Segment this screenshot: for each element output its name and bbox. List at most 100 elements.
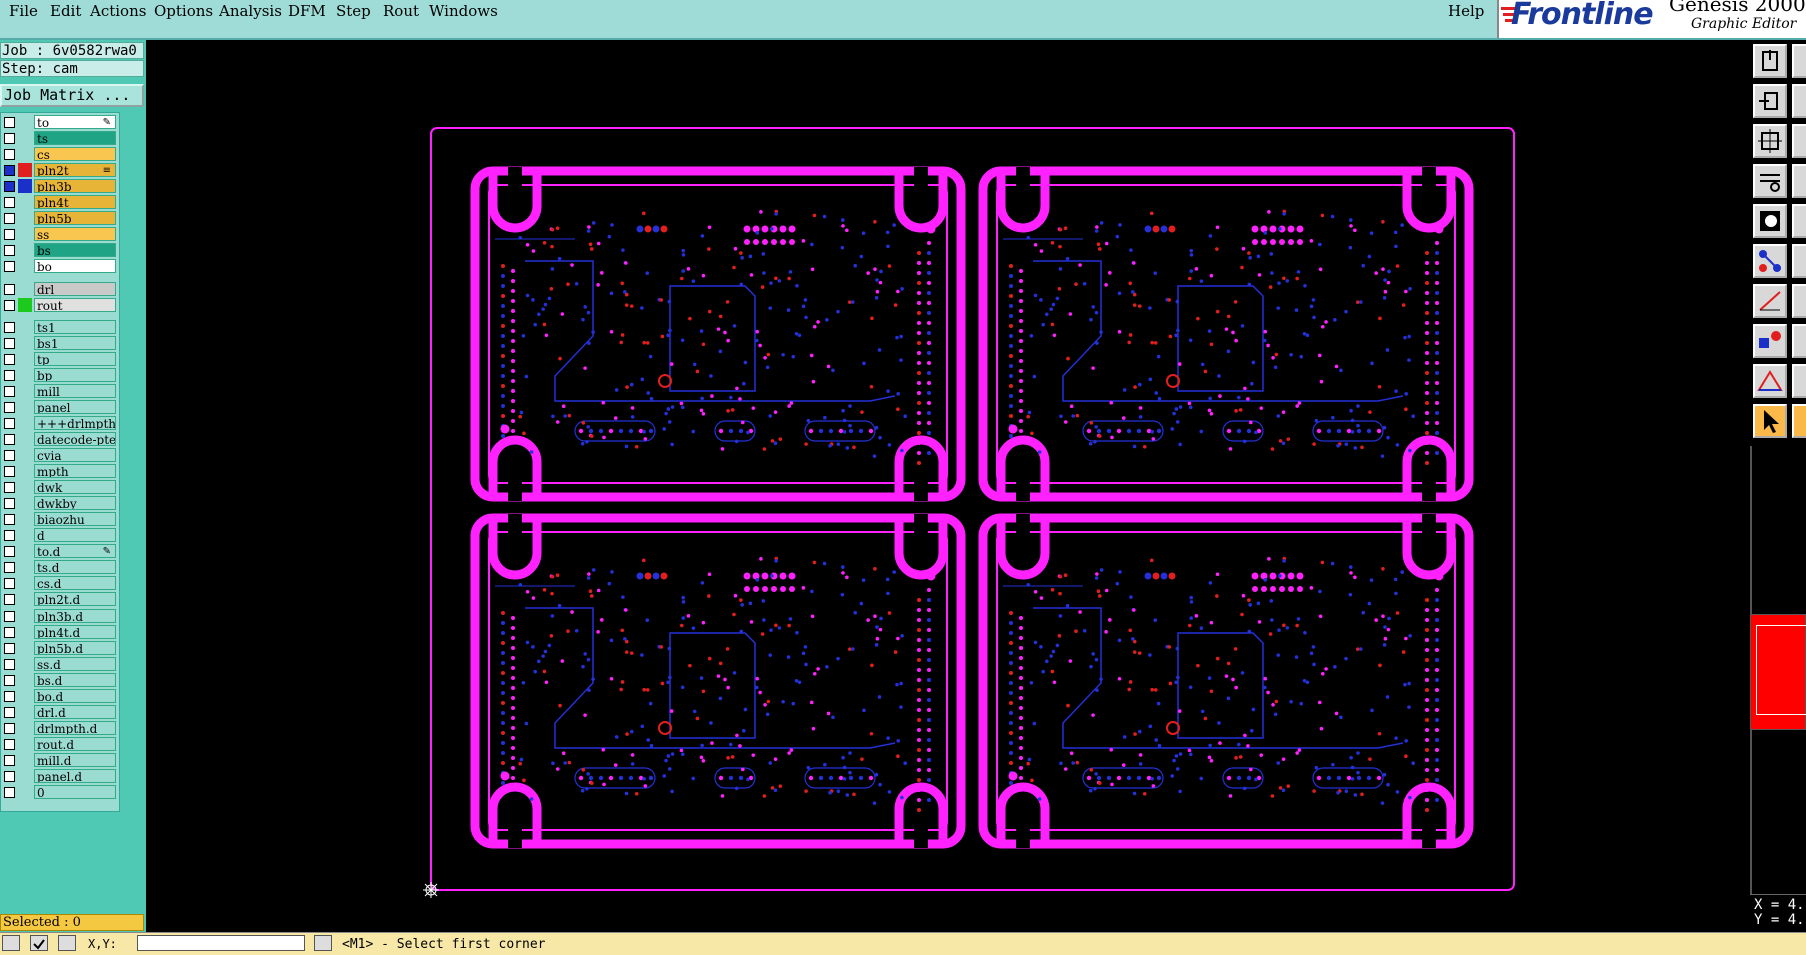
menu-dfm[interactable]: DFM (284, 1, 330, 21)
layer-row-pln3b-d[interactable]: pln3b.d (1, 608, 119, 624)
layer-name[interactable]: drlmpth.d (34, 720, 116, 735)
layer-name[interactable]: bp (34, 367, 116, 382)
layer-row-bs-d[interactable]: bs.d (1, 672, 119, 688)
draw-line-icon[interactable] (1753, 284, 1787, 318)
layer-checkbox[interactable] (4, 283, 15, 295)
layer-row-ss-d[interactable]: ss.d (1, 656, 119, 672)
layer-row-pln2t[interactable]: pln2t ≡ (1, 163, 119, 178)
layer-name[interactable]: bs1 (34, 335, 116, 350)
layer-row-datecode-pte[interactable]: datecode-pte (1, 431, 119, 447)
menu-help[interactable]: Help (1444, 1, 1488, 21)
layer-row-panel-d[interactable]: panel.d (1, 769, 119, 784)
layer-name[interactable]: d (34, 528, 116, 543)
menu-file[interactable]: File (5, 1, 42, 21)
move-layer-button[interactable] (1753, 84, 1787, 118)
layer-row-pln4t-d[interactable]: pln4t.d (1, 624, 119, 640)
layer-checkbox[interactable] (4, 433, 15, 445)
layer-checkbox[interactable] (4, 369, 15, 381)
layer-checkbox[interactable] (4, 706, 15, 718)
layer-name[interactable]: pln2t.d (34, 592, 116, 607)
layer-name[interactable]: ts (34, 131, 116, 146)
layer-checkbox[interactable] (4, 197, 15, 209)
toolbar-button-10b[interactable] (1792, 404, 1806, 438)
layer-checkbox[interactable] (4, 117, 15, 128)
menu-options[interactable]: Options (150, 1, 217, 21)
layer-row-pln5b[interactable]: pln5b (1, 211, 119, 226)
layer-row-ts[interactable]: ts (1, 131, 119, 146)
layer-name[interactable]: ss.d (34, 656, 116, 671)
layer-checkbox[interactable] (4, 229, 15, 241)
layer-checkbox[interactable] (4, 181, 15, 193)
layer-row-bs[interactable]: bs (1, 243, 119, 258)
toolbar-button-4b[interactable] (1792, 164, 1806, 198)
layer-row-mpth[interactable]: mpth (1, 464, 119, 479)
layer-checkbox[interactable] (4, 738, 15, 750)
layer-row-bp[interactable]: bp (1, 367, 119, 383)
layer-checkbox[interactable] (4, 213, 15, 225)
layer-name[interactable]: mill.d (34, 752, 116, 767)
layer-name[interactable]: pln5b (34, 211, 116, 226)
layer-name[interactable]: ts1 (34, 319, 116, 334)
layer-checkbox[interactable] (4, 578, 15, 590)
layer-checkbox[interactable] (4, 658, 15, 670)
layer-row-cs-d[interactable]: cs.d (1, 576, 119, 591)
layer-row-to-d[interactable]: to.d ✎ (1, 544, 119, 559)
layer-checkbox[interactable] (4, 514, 15, 526)
layer-checkbox[interactable] (4, 610, 15, 622)
layer-checkbox[interactable] (4, 787, 15, 799)
layer-checkbox[interactable] (4, 133, 15, 145)
layer-name[interactable]: pln5b.d (34, 640, 116, 655)
layer-checkbox[interactable] (4, 353, 15, 365)
layer-row-drlmpth-d[interactable]: drlmpth.d (1, 720, 119, 736)
toolbar-button-6b[interactable] (1792, 244, 1806, 278)
toolbar-button-5b[interactable] (1792, 204, 1806, 238)
layer-row-drl-d[interactable]: drl.d (1, 704, 119, 720)
toolbar-button-3b[interactable] (1792, 124, 1806, 158)
layer-name[interactable]: datecode-pte (34, 431, 116, 446)
layer-row-bo-d[interactable]: bo.d (1, 688, 119, 704)
layer-checkbox[interactable] (4, 450, 15, 461)
layer-name[interactable]: pln4t (34, 195, 116, 210)
status-snap-button[interactable] (58, 935, 76, 951)
layer-checkbox[interactable] (4, 417, 15, 429)
layer-checkbox[interactable] (4, 261, 15, 273)
layer-name[interactable]: cs (34, 147, 116, 162)
pcb-panel-view[interactable] (146, 40, 1750, 932)
layer-row-ts-d[interactable]: ts.d (1, 560, 119, 575)
layer-row-bs1[interactable]: bs1 (1, 335, 119, 351)
layer-row-dwkby[interactable]: dwkby (1, 496, 119, 511)
layer-name[interactable]: tp (34, 351, 116, 366)
layer-name[interactable]: ts.d (34, 560, 116, 575)
layer-checkbox[interactable] (4, 626, 15, 638)
layer-checkbox[interactable] (4, 642, 15, 654)
toolbar-button-1b[interactable] (1792, 44, 1806, 78)
layer-checkbox[interactable] (4, 674, 15, 686)
layer-name[interactable]: pln3b (34, 179, 116, 194)
layer-row-d[interactable]: d (1, 528, 119, 543)
toolbar-button-9b[interactable] (1792, 364, 1806, 398)
menu-rout[interactable]: Rout (379, 1, 423, 21)
layer-name[interactable]: pln3b.d (34, 608, 116, 623)
layer-name[interactable]: bo (34, 259, 116, 274)
settings-icon[interactable] (1753, 164, 1787, 198)
layer-name[interactable]: biaozhu (34, 512, 116, 527)
layer-name[interactable]: rout (34, 297, 116, 312)
zoom-fit-icon[interactable] (1753, 124, 1787, 158)
layer-name[interactable]: mpth (34, 464, 116, 479)
view-overview-box[interactable] (1750, 614, 1806, 730)
status-marker-button[interactable] (314, 935, 332, 951)
layer-row-rout-d[interactable]: rout.d (1, 736, 119, 752)
layer-checkbox[interactable] (4, 466, 15, 478)
layer-name[interactable]: ss (34, 227, 116, 242)
status-undo-button[interactable] (2, 935, 20, 951)
layer-name[interactable]: pln2t ≡ (34, 163, 116, 178)
layer-checkbox[interactable] (4, 299, 15, 311)
layer-name[interactable]: bs (34, 243, 116, 258)
layer-checkbox[interactable] (4, 562, 15, 574)
menu-actions[interactable]: Actions (86, 1, 150, 21)
layer-row-cs[interactable]: cs (1, 147, 119, 162)
layer-checkbox[interactable] (4, 771, 15, 782)
layer-name[interactable]: +++drlmpth (34, 415, 116, 430)
layer-row-pln5b-d[interactable]: pln5b.d (1, 640, 119, 656)
layer-row-mill-d[interactable]: mill.d (1, 752, 119, 768)
